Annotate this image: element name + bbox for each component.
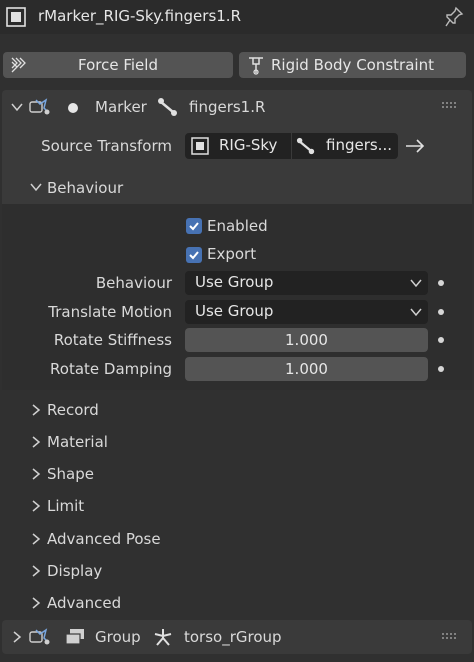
- keyframe-dot-icon[interactable]: [438, 309, 444, 315]
- section-advanced[interactable]: Advanced: [47, 594, 121, 612]
- chevron-right-icon[interactable]: [30, 533, 42, 545]
- marker-dot-icon: [68, 103, 78, 113]
- enabled-checkbox[interactable]: [186, 218, 202, 234]
- rigid-body-constraint-icon: [249, 57, 263, 75]
- source-armature-value: RIG-Sky: [219, 136, 278, 154]
- group-target-label: torso_rGroup: [184, 628, 282, 646]
- section-advanced-pose[interactable]: Advanced Pose: [47, 530, 161, 548]
- chevron-right-icon[interactable]: [30, 468, 42, 480]
- ragdoll-marker-icon: [29, 98, 50, 115]
- rigid-body-constraint-button[interactable]: Rigid Body Constraint: [239, 52, 466, 78]
- ragdoll-group-icon: [29, 628, 50, 645]
- section-limit[interactable]: Limit: [47, 497, 84, 515]
- bone-icon: [296, 137, 315, 155]
- chevron-right-icon[interactable]: [30, 597, 42, 609]
- chevron-right-icon[interactable]: [30, 436, 42, 448]
- properties-header: rMarker_RIG-Sky.fingers1.R: [0, 0, 474, 34]
- checkmark-icon: [189, 251, 199, 260]
- rotate-stiffness-value: 1.000: [285, 331, 328, 349]
- source-armature-field[interactable]: RIG-Sky: [185, 133, 291, 159]
- keyframe-dot-icon[interactable]: [438, 280, 444, 286]
- drag-handle-icon[interactable]: [442, 102, 456, 110]
- behaviour-label: Behaviour: [95, 274, 172, 292]
- marker-target-label: fingers1.R: [189, 98, 266, 116]
- translate-motion-dropdown[interactable]: Use Group: [185, 300, 428, 324]
- chevron-right-icon[interactable]: [30, 565, 42, 577]
- chevron-right-icon[interactable]: [11, 631, 23, 643]
- section-shape[interactable]: Shape: [47, 465, 94, 483]
- rotate-damping-label: Rotate Damping: [50, 360, 172, 378]
- export-label: Export: [207, 245, 257, 263]
- group-type-label: Group: [95, 628, 141, 646]
- section-material[interactable]: Material: [47, 433, 108, 451]
- behaviour-section-title[interactable]: Behaviour: [47, 179, 123, 197]
- rotate-damping-field[interactable]: 1.000: [185, 357, 428, 381]
- behaviour-dropdown[interactable]: Use Group: [185, 271, 428, 295]
- arrow-right-icon[interactable]: [404, 138, 426, 154]
- force-field-button[interactable]: Force Field: [3, 52, 233, 78]
- translate-motion-label: Translate Motion: [48, 303, 172, 321]
- group-stack-icon: [65, 629, 84, 645]
- checkmark-icon: [189, 222, 199, 231]
- pin-icon[interactable]: [444, 6, 464, 28]
- object-icon: [6, 7, 26, 27]
- drag-handle-icon[interactable]: [442, 633, 456, 641]
- export-checkbox[interactable]: [186, 247, 202, 263]
- chevron-right-icon[interactable]: [30, 404, 42, 416]
- chevron-down-icon: [410, 308, 422, 317]
- rigid-body-constraint-label: Rigid Body Constraint: [271, 56, 434, 74]
- rotate-stiffness-label: Rotate Stiffness: [53, 331, 172, 349]
- chevron-right-icon[interactable]: [30, 500, 42, 512]
- source-bone-value: fingers...: [326, 136, 392, 154]
- section-display[interactable]: Display: [47, 562, 102, 580]
- object-icon: [191, 137, 209, 155]
- keyframe-dot-icon[interactable]: [438, 366, 444, 372]
- behaviour-value: Use Group: [195, 273, 274, 291]
- chevron-down-icon: [410, 279, 422, 288]
- object-title: rMarker_RIG-Sky.fingers1.R: [38, 7, 241, 25]
- section-record[interactable]: Record: [47, 401, 99, 419]
- source-bone-field[interactable]: fingers...: [292, 133, 398, 159]
- translate-motion-value: Use Group: [195, 302, 274, 320]
- rotate-stiffness-field[interactable]: 1.000: [185, 328, 428, 352]
- enabled-label: Enabled: [207, 217, 268, 235]
- force-field-icon: [11, 57, 26, 73]
- source-transform-label: Source Transform: [41, 137, 172, 155]
- force-field-label: Force Field: [78, 56, 158, 74]
- chevron-down-icon[interactable]: [11, 101, 23, 113]
- keyframe-dot-icon[interactable]: [438, 337, 444, 343]
- chevron-down-icon[interactable]: [30, 181, 42, 193]
- rotate-damping-value: 1.000: [285, 360, 328, 378]
- bone-icon: [158, 98, 177, 116]
- armature-icon: [154, 629, 172, 646]
- marker-type-label: Marker: [95, 98, 147, 116]
